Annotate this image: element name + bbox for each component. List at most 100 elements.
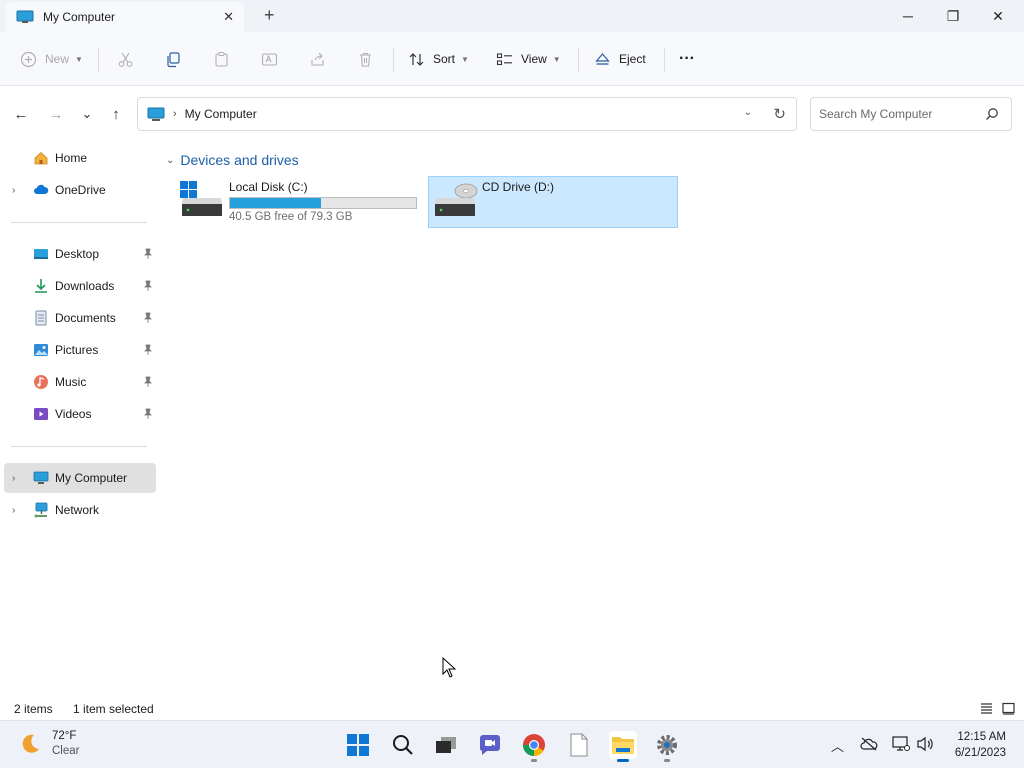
show-hidden-icons-button[interactable]: ︿ [831, 736, 844, 755]
task-view-button[interactable] [432, 731, 460, 759]
notepad-button[interactable] [565, 731, 593, 759]
large-icons-view-icon[interactable] [1002, 702, 1015, 715]
expand-chevron-icon[interactable]: › [12, 473, 15, 484]
expand-chevron-icon[interactable]: › [12, 505, 15, 516]
music-icon [34, 375, 48, 389]
computer-icon [16, 10, 34, 23]
recent-locations-button[interactable]: ⌄ [77, 104, 97, 124]
restore-button[interactable]: ❐ [930, 0, 976, 32]
folder-icon [612, 737, 634, 754]
sidebar-item-pictures[interactable]: Pictures [4, 335, 156, 365]
cloud-offline-icon[interactable] [860, 737, 878, 751]
tab-title: My Computer [43, 10, 116, 24]
tab-my-computer[interactable]: My Computer ✕ [6, 2, 244, 32]
pin-icon [144, 408, 152, 419]
new-button[interactable]: New ▼ [20, 47, 83, 71]
pin-icon [144, 248, 152, 259]
rename-button[interactable] [261, 47, 286, 71]
volume-icon[interactable] [916, 736, 934, 752]
sidebar-item-label: OneDrive [55, 183, 106, 197]
clock-date: 6/21/2023 [954, 747, 1006, 759]
pin-icon [144, 280, 152, 291]
chrome-button[interactable] [520, 731, 548, 762]
breadcrumb-separator[interactable]: › [173, 108, 177, 120]
address-dropdown-icon[interactable]: ⌄ [744, 107, 752, 118]
chevron-down-icon: ▼ [552, 54, 561, 64]
view-label: View [521, 52, 547, 66]
sort-button[interactable]: Sort ▼ [408, 47, 469, 71]
sidebar-item-network[interactable]: › Network [4, 495, 156, 525]
sidebar-item-videos[interactable]: Videos [4, 399, 156, 429]
sidebar-item-label: My Computer [55, 471, 128, 485]
drive-cd-d[interactable]: CD Drive (D:) [428, 176, 678, 228]
clock-time: 12:15 AM [957, 731, 1006, 743]
search-box[interactable] [810, 97, 1012, 131]
eject-icon [595, 52, 610, 65]
collapse-chevron-icon[interactable]: ⌄ [166, 155, 174, 166]
settings-button[interactable] [653, 731, 681, 762]
minimize-button[interactable]: ─ [885, 0, 931, 32]
start-button[interactable] [344, 731, 372, 759]
details-view-icon[interactable] [980, 702, 993, 715]
taskbar-search-button[interactable] [389, 731, 417, 759]
more-options-button[interactable]: ··· [679, 47, 695, 71]
chevron-down-icon: ▼ [75, 54, 83, 64]
search-input[interactable] [819, 107, 979, 121]
expand-chevron-icon[interactable]: › [12, 185, 15, 196]
sidebar-divider [11, 222, 147, 223]
toolbar-divider [393, 48, 394, 72]
toolbar-divider [578, 48, 579, 72]
refresh-icon[interactable]: ↻ [773, 105, 786, 123]
network-status-icon[interactable] [892, 736, 910, 752]
pictures-icon [34, 344, 48, 356]
new-tab-button[interactable]: + [264, 5, 275, 25]
sidebar-item-music[interactable]: Music [4, 367, 156, 397]
cut-button[interactable] [117, 47, 142, 71]
forward-button[interactable]: → [46, 104, 66, 124]
item-count: 2 items [14, 702, 53, 716]
search-icon [393, 735, 413, 755]
windows-logo-icon [347, 734, 369, 756]
teams-chat-button[interactable] [476, 731, 504, 759]
share-icon [311, 52, 324, 66]
paste-button[interactable] [213, 47, 238, 71]
share-button[interactable] [309, 47, 334, 71]
running-indicator [617, 759, 629, 762]
navigation-pane: Home › OneDrive Desktop Downloads Docume… [0, 142, 160, 698]
back-button[interactable]: ← [11, 104, 31, 124]
address-bar[interactable]: › My Computer ⌄ ↻ [137, 97, 797, 131]
file-explorer-button[interactable] [609, 731, 637, 762]
drive-local-disk-c[interactable]: Local Disk (C:) 40.5 GB free of 79.3 GB [175, 176, 425, 228]
cd-drive-icon [435, 183, 478, 216]
eject-button[interactable]: Eject [594, 47, 646, 71]
rename-icon [261, 52, 278, 66]
drive-name: Local Disk (C:) [229, 180, 308, 194]
weather-widget[interactable]: 72°F Clear [18, 729, 79, 759]
network-icon [34, 502, 48, 518]
view-button[interactable]: View ▼ [496, 47, 561, 71]
hard-drive-icon [180, 181, 222, 216]
running-indicator [531, 759, 537, 762]
close-button[interactable]: ✕ [975, 0, 1021, 32]
up-button[interactable]: ↑ [106, 104, 126, 124]
sidebar-item-onedrive[interactable]: › OneDrive [4, 175, 156, 205]
system-clock[interactable]: 12:15 AM 6/21/2023 [942, 729, 1006, 761]
copy-button[interactable] [165, 47, 190, 71]
search-icon[interactable] [985, 107, 999, 121]
sidebar-item-my-computer[interactable]: › My Computer [4, 463, 156, 493]
scissors-icon [118, 52, 133, 67]
toolbar-divider [664, 48, 665, 72]
breadcrumb[interactable]: My Computer [185, 107, 257, 121]
devices-and-drives-header[interactable]: ⌄ Devices and drives [166, 152, 299, 168]
sidebar-item-desktop[interactable]: Desktop [4, 239, 156, 269]
sidebar-item-downloads[interactable]: Downloads [4, 271, 156, 301]
computer-icon [33, 471, 49, 484]
sidebar-item-documents[interactable]: Documents [4, 303, 156, 333]
sidebar-item-home[interactable]: Home [4, 143, 156, 173]
weather-condition: Clear [52, 745, 80, 757]
chrome-icon [523, 734, 545, 756]
tab-close-icon[interactable]: ✕ [223, 9, 234, 25]
delete-button[interactable] [357, 47, 382, 71]
mouse-cursor-icon [442, 657, 456, 678]
cloud-icon [34, 184, 49, 194]
